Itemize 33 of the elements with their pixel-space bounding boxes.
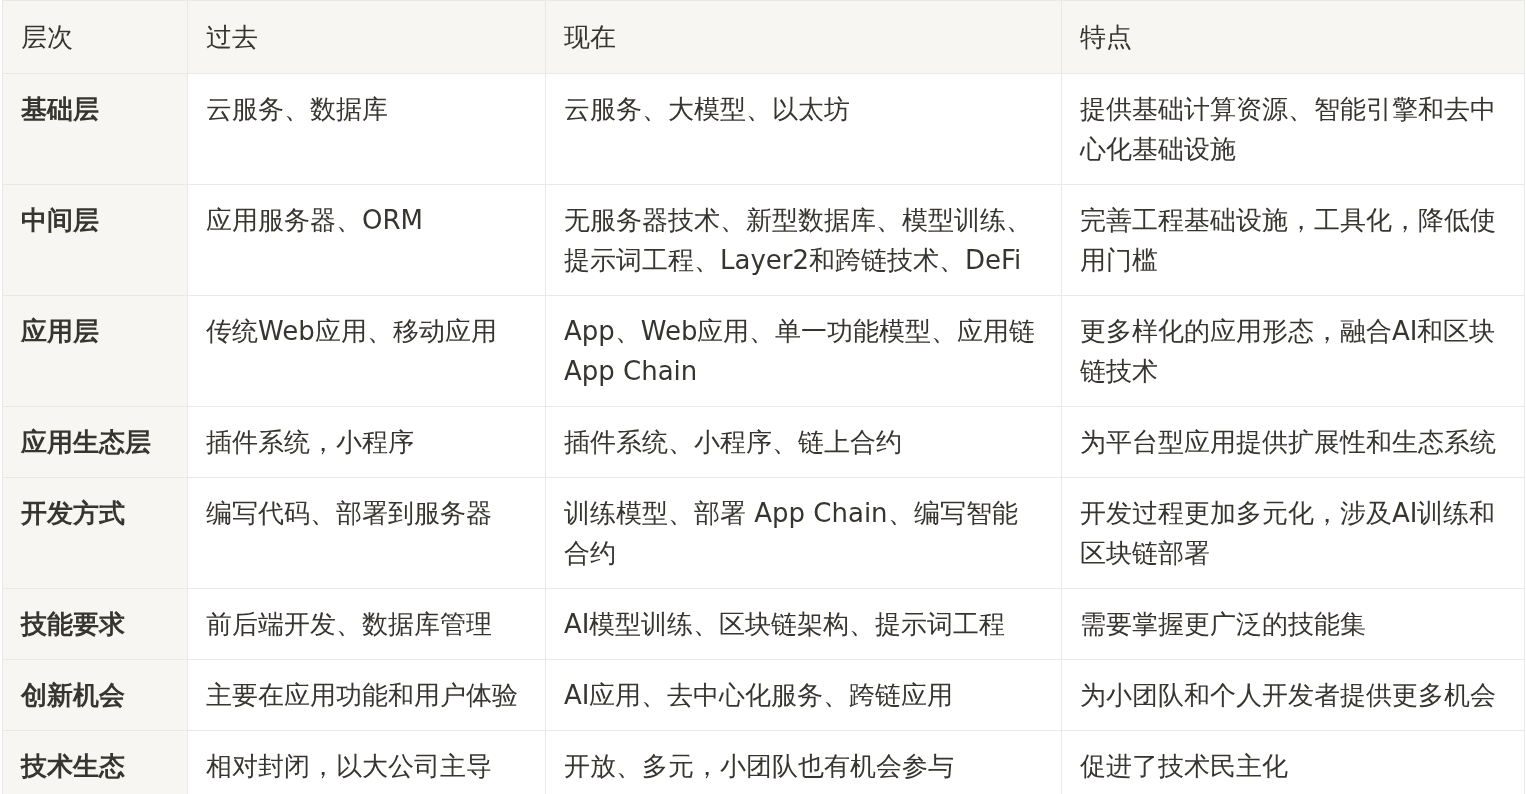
table-cell: 为平台型应用提供扩展性和生态系统 xyxy=(1061,406,1525,478)
column-header: 层次 xyxy=(2,0,188,74)
table-cell: 编写代码、部署到服务器 xyxy=(187,477,546,589)
table-cell: 云服务、大模型、以太坊 xyxy=(545,73,1062,185)
row-header: 创新机会 xyxy=(2,659,188,731)
table-cell: 插件系统，小程序 xyxy=(187,406,546,478)
table-cell: App、Web应用、单一功能模型、应用链 App Chain xyxy=(545,295,1062,407)
row-header: 技术生态 xyxy=(2,730,188,794)
table-cell: 为小团队和个人开发者提供更多机会 xyxy=(1061,659,1525,731)
column-header: 现在 xyxy=(545,0,1062,74)
table-cell: 更多样化的应用形态，融合AI和区块链技术 xyxy=(1061,295,1525,407)
row-header: 基础层 xyxy=(2,73,188,185)
table-cell: 插件系统、小程序、链上合约 xyxy=(545,406,1062,478)
column-header: 特点 xyxy=(1061,0,1525,74)
row-header: 应用生态层 xyxy=(2,406,188,478)
table-cell: 需要掌握更广泛的技能集 xyxy=(1061,588,1525,660)
table-cell: 无服务器技术、新型数据库、模型训练、提示词工程、Layer2和跨链技术、DeFi xyxy=(545,184,1062,296)
column-header: 过去 xyxy=(187,0,546,74)
table-cell: 主要在应用功能和用户体验 xyxy=(187,659,546,731)
table-cell: 前后端开发、数据库管理 xyxy=(187,588,546,660)
table-cell: 云服务、数据库 xyxy=(187,73,546,185)
table-cell: 提供基础计算资源、智能引擎和去中心化基础设施 xyxy=(1061,73,1525,185)
row-header: 中间层 xyxy=(2,184,188,296)
table-cell: 训练模型、部署 App Chain、编写智能合约 xyxy=(545,477,1062,589)
table-cell: 开发过程更加多元化，涉及AI训练和区块链部署 xyxy=(1061,477,1525,589)
table-cell: 传统Web应用、移动应用 xyxy=(187,295,546,407)
row-header: 应用层 xyxy=(2,295,188,407)
table-cell: AI应用、去中心化服务、跨链应用 xyxy=(545,659,1062,731)
row-header: 开发方式 xyxy=(2,477,188,589)
table-cell: 应用服务器、ORM xyxy=(187,184,546,296)
table-cell: 完善工程基础设施，工具化，降低使用门槛 xyxy=(1061,184,1525,296)
row-header: 技能要求 xyxy=(2,588,188,660)
table-cell: AI模型训练、区块链架构、提示词工程 xyxy=(545,588,1062,660)
